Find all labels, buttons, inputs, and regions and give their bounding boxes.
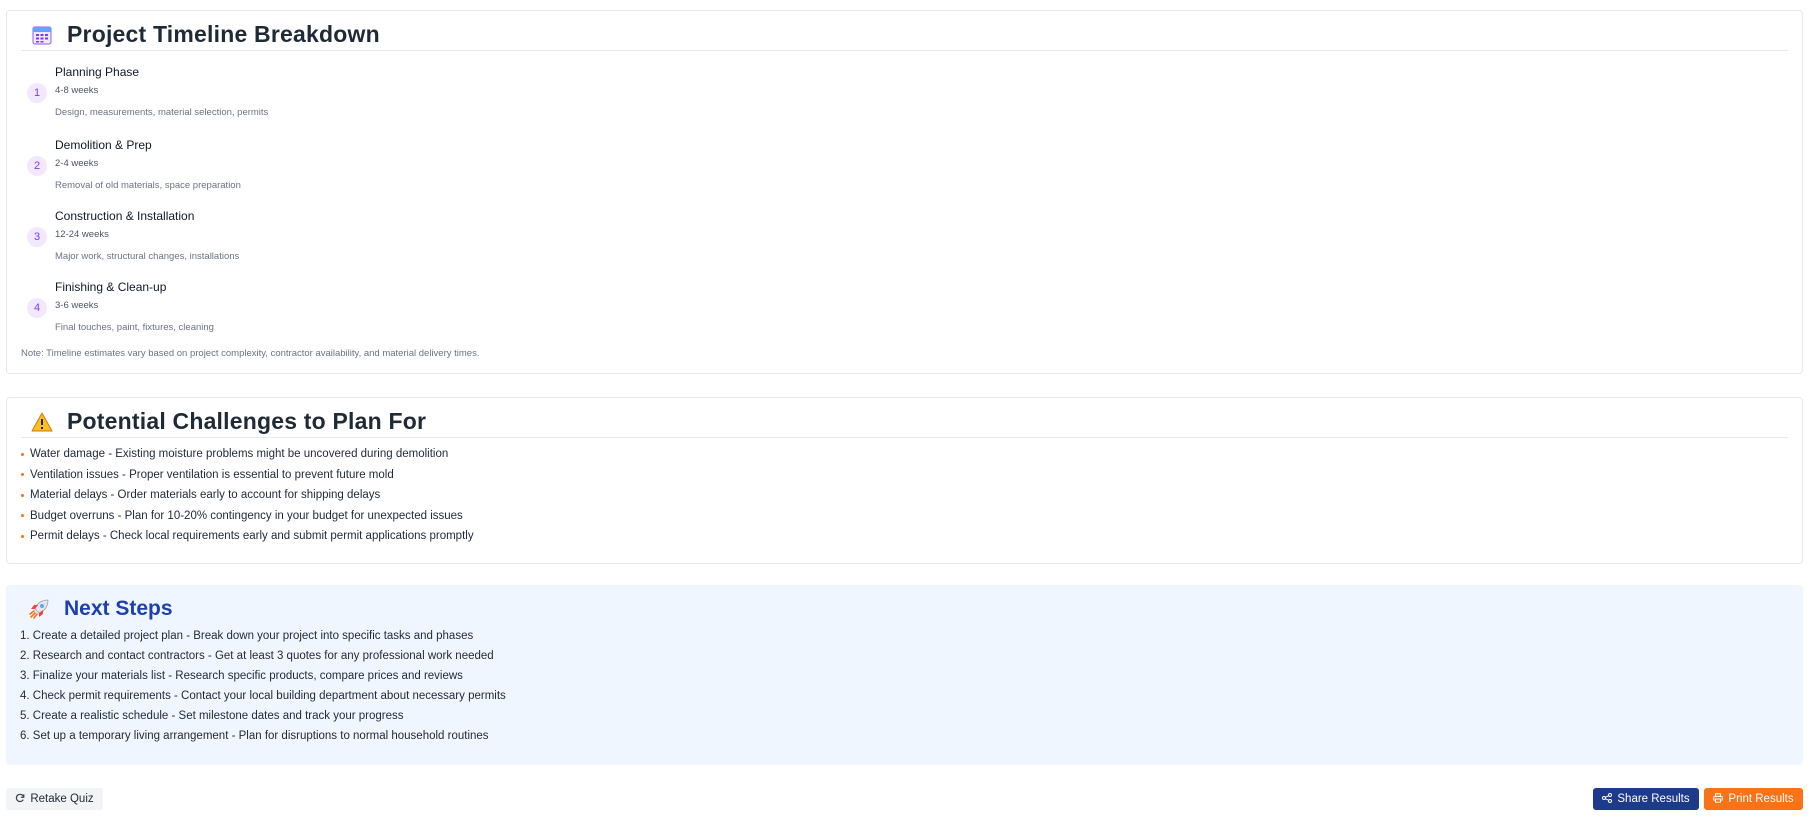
- challenge-text: Budget overruns - Plan for 10-20% contin…: [30, 509, 463, 522]
- retake-quiz-label: Retake Quiz: [30, 793, 94, 805]
- bullet-icon: [21, 452, 24, 456]
- list-item: 4. Check permit requirements - Contact y…: [20, 690, 506, 702]
- list-item: 6. Set up a temporary living arrangement…: [20, 730, 489, 742]
- phase-name: Construction & Installation: [55, 209, 195, 223]
- timeline-note: Note: Timeline estimates vary based on p…: [21, 348, 480, 359]
- timeline-card: Project Timeline Breakdown 1 Planning Ph…: [6, 10, 1803, 374]
- bullet-icon: [21, 514, 24, 518]
- phase-description: Final touches, paint, fixtures, cleaning: [55, 322, 214, 333]
- challenge-text: Water damage - Existing moisture problem…: [30, 448, 449, 461]
- bullet-icon: [21, 534, 24, 538]
- list-item: 3. Finalize your materials list - Resear…: [20, 670, 463, 682]
- list-item: Permit delays - Check local requirements…: [21, 526, 474, 547]
- rocket-icon: [28, 598, 50, 620]
- next-steps-panel: Next Steps 1. Create a detailed project …: [6, 585, 1803, 765]
- list-item: 1. Create a detailed project plan - Brea…: [20, 630, 474, 642]
- list-item: Ventilation issues - Proper ventilation …: [21, 465, 474, 486]
- share-results-label: Share Results: [1617, 793, 1690, 805]
- list-item: Budget overruns - Plan for 10-20% contin…: [21, 506, 474, 527]
- next-steps-list: 1. Create a detailed project plan - Brea…: [20, 626, 506, 746]
- phase-description: Removal of old materials, space preparat…: [55, 180, 241, 191]
- retake-quiz-button[interactable]: Retake Quiz: [6, 788, 103, 810]
- bullet-icon: [21, 493, 24, 497]
- phase-number-badge: 1: [27, 83, 47, 103]
- list-item: 5. Create a realistic schedule - Set mil…: [20, 710, 404, 722]
- timeline-header: Project Timeline Breakdown: [21, 19, 1788, 51]
- phase-duration: 3-6 weeks: [55, 300, 99, 311]
- phase-description: Major work, structural changes, installa…: [55, 251, 240, 262]
- challenges-title: Potential Challenges to Plan For: [67, 408, 427, 434]
- phase-duration: 12-24 weeks: [55, 229, 109, 240]
- phase-name: Demolition & Prep: [55, 138, 152, 152]
- print-results-label: Print Results: [1728, 793, 1794, 805]
- print-results-button[interactable]: Print Results: [1704, 788, 1803, 810]
- phase-description: Design, measurements, material selection…: [55, 107, 269, 118]
- next-steps-title: Next Steps: [64, 597, 173, 620]
- phase-name: Planning Phase: [55, 65, 140, 79]
- phase-duration: 2-4 weeks: [55, 158, 99, 169]
- phase-number-badge: 2: [27, 156, 47, 176]
- phase-name: Finishing & Clean-up: [55, 280, 167, 294]
- bullet-icon: [21, 473, 24, 477]
- challenges-header: Potential Challenges to Plan For: [21, 406, 1788, 438]
- phase-number-badge: 3: [27, 227, 47, 247]
- refresh-icon: [15, 793, 25, 806]
- challenges-list: Water damage - Existing moisture problem…: [21, 444, 474, 547]
- list-item: 2. Research and contact contractors - Ge…: [20, 650, 494, 662]
- share-results-button[interactable]: Share Results: [1593, 788, 1699, 810]
- list-item: Water damage - Existing moisture problem…: [21, 444, 474, 465]
- phase-number-badge: 4: [27, 298, 47, 318]
- phase-duration: 4-8 weeks: [55, 85, 99, 96]
- warning-icon: [31, 411, 53, 433]
- calendar-icon: [31, 24, 53, 46]
- list-item: Material delays - Order materials early …: [21, 485, 474, 506]
- timeline-title: Project Timeline Breakdown: [67, 21, 380, 47]
- next-steps-header: Next Steps: [20, 595, 173, 623]
- challenges-card: Potential Challenges to Plan For Water d…: [6, 397, 1803, 564]
- share-icon: [1602, 792, 1613, 806]
- printer-icon: [1713, 792, 1724, 806]
- challenge-text: Permit delays - Check local requirements…: [30, 530, 474, 543]
- challenge-text: Material delays - Order materials early …: [30, 489, 381, 502]
- challenge-text: Ventilation issues - Proper ventilation …: [30, 468, 394, 481]
